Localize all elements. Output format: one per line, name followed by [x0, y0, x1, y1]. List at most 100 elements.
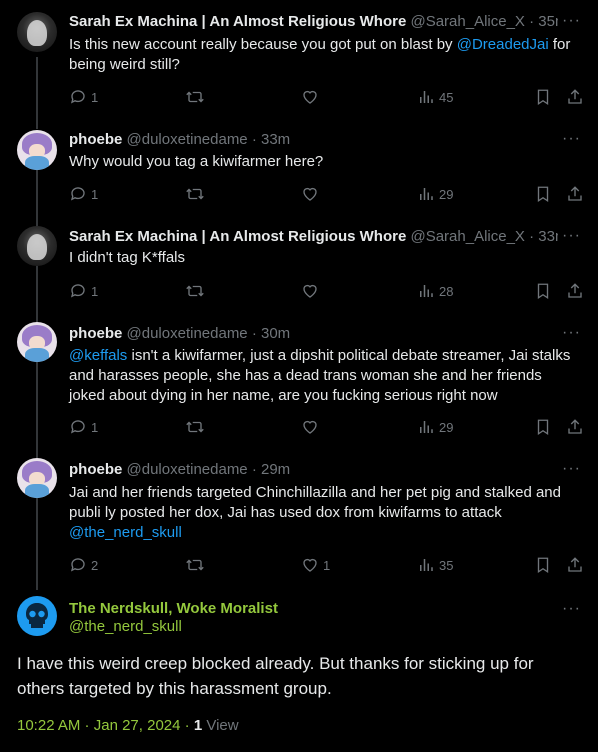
share-button[interactable] [566, 87, 584, 107]
display-name[interactable]: Sarah Ex Machina | An Almost Religious W… [69, 13, 406, 30]
share-icon [568, 283, 582, 298]
retweet-button[interactable] [185, 184, 205, 204]
reply-button[interactable]: 1 [69, 87, 98, 107]
tweet-date[interactable]: Jan 27, 2024 [94, 717, 181, 734]
avatar[interactable] [17, 596, 57, 636]
avatar[interactable] [17, 322, 57, 362]
bookmark-icon [537, 419, 549, 436]
reply-button[interactable]: 1 [69, 184, 98, 204]
like-button[interactable] [301, 184, 323, 204]
more-icon[interactable]: ··· [562, 600, 581, 618]
views-button[interactable]: 45 [417, 87, 453, 107]
like-button[interactable]: 1 [301, 555, 330, 575]
display-name[interactable]: phoebe [69, 131, 122, 148]
user-handle[interactable]: @Sarah_Alice_X [410, 228, 524, 245]
user-handle[interactable]: @Sarah_Alice_X [410, 13, 524, 30]
mention-link[interactable]: @DreadedJai [457, 36, 549, 53]
like-icon [303, 284, 317, 298]
like-button[interactable] [301, 87, 323, 107]
main-author: The Nerdskull, Woke Moralist @the_nerd_s… [69, 600, 278, 635]
retweet-icon [186, 188, 204, 200]
tweet-text: @keffals isn't a kiwifarmer, just a dips… [69, 347, 571, 404]
like-icon [303, 90, 317, 104]
reply-button[interactable]: 1 [69, 281, 98, 301]
user-handle[interactable]: @duloxetinedame [127, 325, 248, 342]
reply-tweet[interactable]: Sarah Ex Machina | An Almost Religious W… [0, 0, 598, 120]
timestamp[interactable]: 33m [261, 131, 290, 148]
views-count: 29 [439, 186, 454, 202]
views-icon [420, 421, 433, 433]
more-icon[interactable]: ··· [562, 12, 581, 30]
user-handle[interactable]: @duloxetinedame [127, 131, 248, 148]
share-button[interactable] [566, 555, 584, 575]
timestamp[interactable]: 35m [538, 13, 558, 30]
skull-icon [26, 603, 48, 628]
user-handle[interactable]: @the_nerd_skull [69, 618, 278, 635]
views-count: 29 [439, 419, 454, 435]
reply-tweet[interactable]: phoebe @duloxetinedame · 30m ··· @keffal… [0, 310, 598, 446]
tweet-time[interactable]: 10:22 AM [17, 717, 80, 734]
avatar[interactable] [17, 130, 57, 170]
display-name[interactable]: phoebe [69, 325, 122, 342]
display-name[interactable]: Sarah Ex Machina | An Almost Religious W… [69, 228, 406, 245]
share-icon [568, 186, 582, 201]
reply-icon [70, 558, 85, 572]
timestamp[interactable]: 30m [261, 325, 290, 342]
timestamp[interactable]: 33m [538, 228, 558, 245]
bookmark-button[interactable] [534, 184, 552, 204]
reply-tweet[interactable]: Sarah Ex Machina | An Almost Religious W… [0, 214, 598, 310]
views-icon [420, 91, 433, 103]
views-button[interactable]: 35 [417, 555, 453, 575]
avatar[interactable] [17, 226, 57, 266]
tweet-text: Why would you tag a kiwifarmer here? [69, 153, 324, 170]
reply-tweet[interactable]: phoebe @duloxetinedame · 29m ··· Jai and… [0, 446, 598, 580]
more-icon[interactable]: ··· [562, 324, 581, 342]
reply-icon [70, 90, 85, 104]
like-button[interactable] [301, 281, 323, 301]
more-icon[interactable]: ··· [562, 227, 581, 245]
bookmark-button[interactable] [534, 417, 552, 437]
tweet-text: I didn't tag K*ffals [69, 249, 185, 266]
more-icon[interactable]: ··· [562, 460, 581, 478]
tweet-meta: 10:22 AM · Jan 27, 2024 · 1 View [17, 717, 239, 734]
bookmark-icon [537, 283, 549, 300]
bookmark-button[interactable] [534, 281, 552, 301]
bookmark-button[interactable] [534, 87, 552, 107]
reply-button[interactable]: 2 [69, 555, 98, 575]
like-icon [303, 558, 317, 572]
bookmark-button[interactable] [534, 555, 552, 575]
views-button[interactable]: 29 [417, 417, 453, 437]
like-icon [303, 420, 317, 434]
share-button[interactable] [566, 417, 584, 437]
reply-count: 1 [91, 419, 99, 435]
retweet-icon [186, 421, 204, 433]
views-label: View [206, 717, 239, 734]
tweet-header: phoebe @duloxetinedame · 30m [69, 325, 291, 342]
retweet-button[interactable] [185, 417, 205, 437]
main-tweet-text: I have this weird creep blocked already.… [17, 654, 534, 698]
more-icon[interactable]: ··· [562, 130, 581, 148]
retweet-button[interactable] [185, 87, 205, 107]
display-name[interactable]: phoebe [69, 461, 122, 478]
display-name[interactable]: The Nerdskull, Woke Moralist [69, 600, 278, 617]
reply-icon [70, 284, 85, 298]
views-button[interactable]: 29 [417, 184, 453, 204]
avatar[interactable] [17, 458, 57, 498]
like-button[interactable] [301, 417, 323, 437]
retweet-button[interactable] [185, 281, 205, 301]
views-icon [420, 559, 433, 571]
avatar[interactable] [17, 12, 57, 52]
user-handle[interactable]: @duloxetinedame [127, 461, 248, 478]
mention-link[interactable]: @keffals [69, 347, 127, 364]
like-count: 1 [323, 557, 331, 573]
share-button[interactable] [566, 184, 584, 204]
action-bar: 1 29 [69, 417, 583, 437]
share-button[interactable] [566, 281, 584, 301]
retweet-button[interactable] [185, 555, 205, 575]
timestamp[interactable]: 29m [261, 461, 290, 478]
share-icon [568, 557, 582, 572]
views-button[interactable]: 28 [417, 281, 453, 301]
mention-link[interactable]: @the_nerd_skull [69, 524, 182, 541]
reply-button[interactable]: 1 [69, 417, 98, 437]
reply-tweet[interactable]: phoebe @duloxetinedame · 33m ··· Why wou… [0, 118, 598, 216]
